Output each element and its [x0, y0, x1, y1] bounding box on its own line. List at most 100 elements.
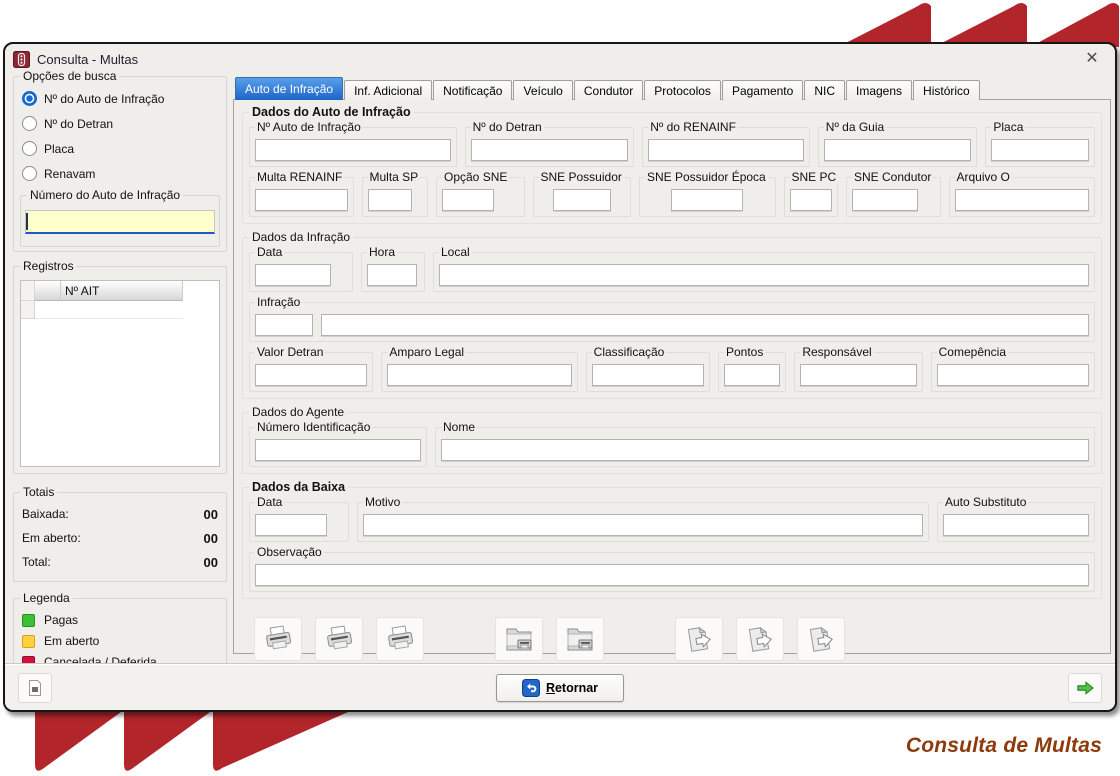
field-numero-identificacao: Número Identificação: [249, 427, 427, 467]
export-button-3[interactable]: [797, 617, 845, 661]
valor-detran-input[interactable]: [255, 364, 367, 386]
section-dados-baixa: Dados da Baixa Data Motivo Auto Substitu…: [242, 487, 1102, 599]
infracao-descricao-input[interactable]: [321, 314, 1089, 336]
radio-n-detran[interactable]: Nº do Detran: [22, 116, 226, 131]
tab-condutor[interactable]: Condutor: [574, 80, 643, 100]
grid-row-selector[interactable]: [21, 301, 35, 319]
amparo-legal-input[interactable]: [387, 364, 571, 386]
retornar-button[interactable]: Retornar: [496, 674, 624, 702]
section-title: Dados do Agente: [249, 405, 347, 419]
radio-icon[interactable]: [22, 141, 37, 156]
tab-pagamento[interactable]: Pagamento: [722, 80, 803, 100]
classificacao-input[interactable]: [592, 364, 704, 386]
data-infracao-input[interactable]: [255, 264, 331, 286]
search-options-group: Opções de busca Nº do Auto de Infração N…: [13, 76, 227, 252]
print-folder-button-2[interactable]: [556, 617, 604, 661]
radio-renavam[interactable]: Renavam: [22, 166, 226, 181]
tab-nic[interactable]: NIC: [804, 80, 845, 100]
print-button-3[interactable]: [376, 617, 424, 661]
field-nome-agente: Nome: [435, 427, 1095, 467]
comepencia-input[interactable]: [937, 364, 1089, 386]
export-button-1[interactable]: [675, 617, 723, 661]
n-guia-input[interactable]: [824, 139, 972, 161]
nome-agente-input[interactable]: [441, 439, 1089, 461]
search-sidebar: Opções de busca Nº do Auto de Infração N…: [13, 76, 227, 658]
radio-selected-icon[interactable]: [22, 91, 37, 106]
grid-header-row: Nº AIT: [21, 281, 219, 301]
legend-label: Em aberto: [44, 634, 99, 648]
folder-printer-icon: [503, 624, 535, 654]
multa-renainf-input[interactable]: [255, 189, 348, 211]
printer-icon: [323, 624, 355, 654]
field-sne-possuidor: SNE Possuidor: [533, 177, 632, 217]
sne-possuidor-epoca-input[interactable]: [671, 189, 743, 211]
hora-input[interactable]: [367, 264, 417, 286]
tab-veiculo[interactable]: Veículo: [513, 80, 572, 100]
placa-input[interactable]: [991, 139, 1089, 161]
radio-icon[interactable]: [22, 116, 37, 131]
field-arquivo-o: Arquivo O: [949, 177, 1096, 217]
grid-empty-row[interactable]: [21, 301, 219, 319]
responsavel-input[interactable]: [800, 364, 916, 386]
registros-grid[interactable]: Nº AIT: [20, 280, 220, 467]
back-arrow-icon: [522, 679, 540, 697]
field-valor-detran: Valor Detran: [249, 352, 373, 392]
radio-icon[interactable]: [22, 166, 37, 181]
radio-n-auto-infracao[interactable]: Nº do Auto de Infração: [22, 91, 226, 106]
tab-historico[interactable]: Histórico: [913, 80, 980, 100]
local-input[interactable]: [439, 264, 1089, 286]
sawtooth-decoration-top: [838, 0, 1120, 47]
total-baixada-row: Baixada: 00: [22, 507, 218, 522]
sne-pc-input[interactable]: [790, 189, 833, 211]
sne-condutor-input[interactable]: [852, 189, 918, 211]
field-opcao-sne: Opção SNE: [436, 177, 525, 217]
sne-possuidor-input[interactable]: [553, 189, 611, 211]
auto-number-title: Número do Auto de Infração: [27, 188, 183, 202]
print-button-2[interactable]: [315, 617, 363, 661]
tab-protocolos[interactable]: Protocolos: [644, 80, 721, 100]
n-auto-infracao-input[interactable]: [255, 139, 451, 161]
registros-group: Registros Nº AIT: [13, 266, 227, 474]
print-button-1[interactable]: [254, 617, 302, 661]
report-page-icon: [27, 679, 43, 697]
section-dados-infracao: Dados da Infração Data Hora Local: [242, 237, 1102, 399]
printer-icon: [384, 624, 416, 654]
close-icon[interactable]: ✕: [1077, 51, 1107, 67]
report-page-button[interactable]: [18, 673, 52, 703]
motivo-input[interactable]: [363, 514, 923, 536]
field-local: Local: [433, 252, 1095, 292]
n-renainf-input[interactable]: [648, 139, 804, 161]
observacao-input[interactable]: [255, 564, 1089, 586]
bottom-bar: Retornar: [5, 663, 1115, 710]
opcao-sne-input[interactable]: [442, 189, 494, 211]
forward-button[interactable]: [1068, 673, 1102, 703]
grid-column-header[interactable]: Nº AIT: [61, 281, 183, 301]
tab-page-auto-de-infracao: Dados do Auto de Infração Nº Auto de Inf…: [233, 99, 1111, 654]
field-data-baixa: Data: [249, 502, 349, 542]
total-geral-row: Total: 00: [22, 555, 218, 570]
tab-inf-adicional[interactable]: Inf. Adicional: [344, 80, 432, 100]
file-export-icon: [744, 624, 776, 654]
folder-printer-icon: [564, 624, 596, 654]
export-button-2[interactable]: [736, 617, 784, 661]
infracao-codigo-input[interactable]: [255, 314, 313, 336]
registros-title: Registros: [20, 259, 77, 273]
numero-identificacao-input[interactable]: [255, 439, 421, 461]
radio-label: Nº do Detran: [44, 117, 113, 131]
tab-auto-de-infracao[interactable]: Auto de Infração: [235, 77, 343, 100]
print-folder-button-1[interactable]: [495, 617, 543, 661]
auto-substituto-input[interactable]: [943, 514, 1089, 536]
radio-label: Nº do Auto de Infração: [44, 92, 164, 106]
n-detran-input[interactable]: [471, 139, 629, 161]
tab-notificacao[interactable]: Notificação: [433, 80, 512, 100]
section-dados-auto-infracao: Dados do Auto de Infração Nº Auto de Inf…: [242, 112, 1102, 224]
auto-number-input[interactable]: [25, 210, 215, 234]
arquivo-o-input[interactable]: [955, 189, 1090, 211]
tab-imagens[interactable]: Imagens: [846, 80, 912, 100]
data-baixa-input[interactable]: [255, 514, 327, 536]
radio-placa[interactable]: Placa: [22, 141, 226, 156]
yellow-swatch-icon: [22, 635, 35, 648]
field-n-renainf: Nº do RENAINF: [642, 127, 810, 167]
multa-sp-input[interactable]: [368, 189, 412, 211]
pontos-input[interactable]: [724, 364, 780, 386]
